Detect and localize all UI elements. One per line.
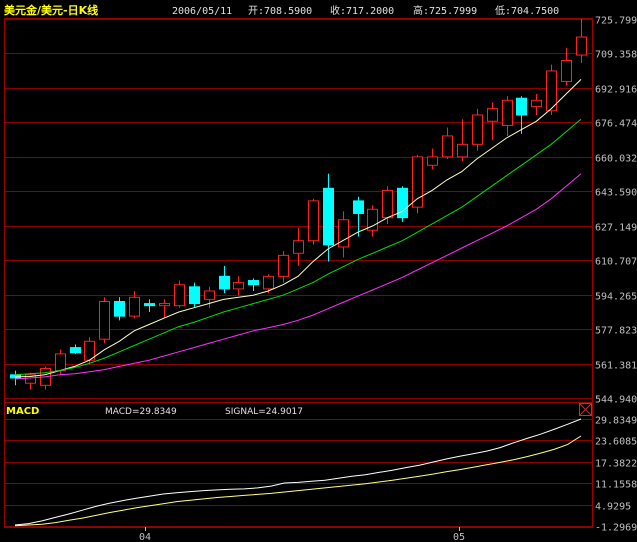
- stock-chart[interactable]: 美元金/美元-日K线 2006/05/11 开:708.5900 收:717.2…: [0, 0, 637, 542]
- candle-down: [516, 97, 527, 116]
- close-label: 收:717.2000: [330, 4, 394, 17]
- candle-up: [442, 135, 453, 158]
- macd-line: [14, 418, 582, 526]
- price-tick-label: 627.1490: [595, 223, 637, 234]
- candle-up: [278, 254, 289, 277]
- candle-up: [308, 200, 319, 242]
- macd-tick-label: 23.6085: [595, 437, 637, 448]
- candle-up: [531, 99, 542, 108]
- candle-up: [99, 300, 110, 340]
- price-tick-label: 692.9163: [595, 85, 637, 96]
- price-axis-ticks: 725.7999 709.3588 692.9163 676.4748 660.0327…: [595, 16, 637, 406]
- candle-up: [502, 99, 513, 126]
- high-label: 高:725.7999: [413, 4, 477, 17]
- macd-tick-label: 11.1558: [595, 480, 637, 491]
- chart-title: 美元金/美元-日K线: [4, 3, 98, 17]
- price-tick-label: 660.0327: [595, 154, 637, 165]
- candle-up: [576, 36, 587, 56]
- price-tick-label: 725.7999: [595, 16, 637, 27]
- macd-tick-label: 4.9295: [595, 502, 631, 513]
- price-tick-label: 676.4748: [595, 119, 637, 130]
- price-tick-label: 561.3818: [595, 361, 637, 372]
- candle-up: [427, 156, 438, 166]
- macd-value-text: MACD=29.8349: [105, 407, 177, 417]
- candle-up: [487, 108, 498, 122]
- candle-down: [70, 347, 81, 354]
- candle-up: [472, 114, 483, 145]
- macd-tick-label: 17.3822: [595, 459, 637, 470]
- macd-panel-frame: [4, 402, 593, 528]
- candle-up: [55, 353, 66, 372]
- candle-down: [114, 300, 125, 317]
- candle-down: [323, 187, 334, 246]
- candle-up: [204, 290, 215, 300]
- grid-lines: [5, 19, 592, 527]
- date-tick-label: 04: [139, 532, 151, 542]
- candle-up: [293, 240, 304, 254]
- candle-up: [233, 282, 244, 290]
- low-label: 低:704.7500: [495, 4, 559, 17]
- candle-up: [129, 296, 140, 317]
- price-tick-label: 544.9403: [595, 395, 637, 406]
- candle-up: [159, 303, 170, 307]
- candle-down: [189, 286, 200, 305]
- signal-value-text: SIGNAL=24.9017: [225, 407, 303, 417]
- candle-up: [382, 189, 393, 219]
- date-label: 2006/05/11: [172, 6, 232, 17]
- candle-up: [263, 275, 274, 290]
- price-tick-label: 594.2654: [595, 292, 637, 303]
- macd-lines: [14, 418, 582, 527]
- macd-axis-ticks: 29.8349 23.6085 17.3822 11.1558 4.9295 -1.296…: [595, 416, 637, 534]
- signal-line: [14, 435, 582, 527]
- candle-down: [248, 280, 259, 286]
- macd-tick-label: -1.2969: [595, 523, 637, 534]
- open-label: 开:708.5900: [248, 6, 312, 17]
- price-tick-label: 610.7075: [595, 257, 637, 268]
- date-tick-label: 05: [453, 532, 465, 542]
- candle-up: [457, 143, 468, 158]
- price-tick-label: 709.3588: [595, 50, 637, 61]
- candle-up: [174, 284, 185, 307]
- date-axis-ticks: 04 05: [139, 527, 465, 542]
- candle-up: [338, 219, 349, 248]
- candle-up: [412, 156, 423, 208]
- price-tick-label: 643.5905: [595, 188, 637, 199]
- candle-down: [219, 275, 230, 290]
- macd-tick-label: 29.8349: [595, 416, 637, 427]
- candle-down: [144, 303, 155, 307]
- candle-down: [353, 200, 364, 214]
- macd-label: MACD: [6, 406, 39, 417]
- candlesticks: [10, 19, 587, 390]
- close-panel-icon[interactable]: [579, 403, 592, 416]
- candle-up: [561, 59, 572, 82]
- price-tick-label: 577.8239: [595, 326, 637, 337]
